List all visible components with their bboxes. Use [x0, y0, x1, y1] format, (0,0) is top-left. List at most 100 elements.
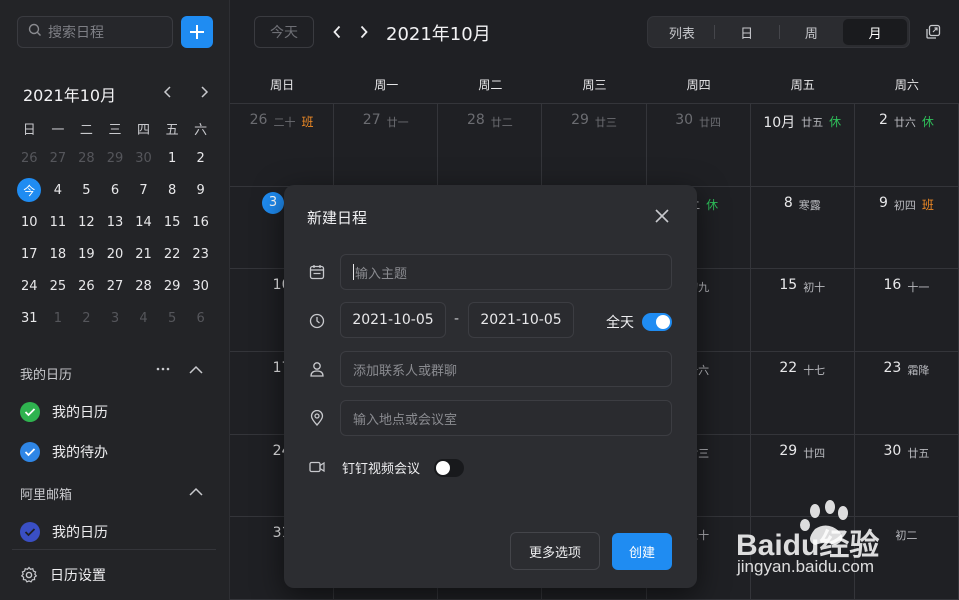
mini-day[interactable]: 26 — [72, 270, 101, 302]
subject-input[interactable]: 输入主题 — [340, 254, 672, 290]
calendar-item-my-calendar[interactable]: 我的日历 — [20, 402, 108, 422]
mini-prev-month-button[interactable] — [158, 80, 178, 104]
today-button[interactable]: 今天 — [254, 16, 314, 48]
settings-label: 日历设置 — [50, 568, 106, 584]
day-cell[interactable]: 22 十七 — [750, 351, 855, 435]
location-input[interactable]: 输入地点或会议室 — [340, 400, 672, 436]
search-input[interactable]: 搜索日程 — [17, 16, 173, 48]
mini-day[interactable]: 5 — [72, 174, 101, 206]
mini-weekday: 六 — [194, 122, 208, 138]
day-cell[interactable]: 29 廿三 — [542, 104, 647, 187]
mini-day[interactable]: 14 — [129, 206, 158, 238]
mini-day[interactable]: 2 — [72, 302, 101, 334]
prev-month-button[interactable] — [327, 20, 347, 44]
mini-day[interactable]: 11 — [44, 206, 73, 238]
mini-day[interactable]: 27 — [44, 142, 73, 174]
mini-day[interactable]: 18 — [44, 238, 73, 270]
text-caret — [353, 264, 354, 280]
chevron-up-icon[interactable] — [189, 364, 203, 379]
calendar-settings-button[interactable]: 日历设置 — [20, 565, 106, 585]
mini-day[interactable]: 17 — [15, 238, 44, 270]
chevron-up-icon[interactable] — [189, 486, 203, 501]
mini-day[interactable]: 1 — [158, 142, 187, 174]
day-cell[interactable]: 30 廿四 — [646, 104, 751, 187]
all-day-label: 全天 — [606, 315, 634, 331]
mini-day[interactable]: 19 — [72, 238, 101, 270]
popout-window-icon[interactable] — [925, 24, 941, 44]
month-title: 2021年10月 — [386, 24, 491, 45]
add-event-button[interactable] — [181, 16, 213, 48]
view-list-tab[interactable]: 列表 — [650, 19, 714, 45]
calendar-item-my-todo[interactable]: 我的待办 — [20, 442, 108, 462]
mini-day[interactable]: 30 — [129, 142, 158, 174]
mini-day[interactable]: 21 — [129, 238, 158, 270]
mini-day[interactable]: 16 — [186, 206, 215, 238]
mini-day[interactable]: 3 — [101, 302, 130, 334]
weekday-label: 周日 — [270, 78, 295, 92]
mini-day[interactable]: 15 — [158, 206, 187, 238]
mini-next-month-button[interactable] — [194, 80, 214, 104]
mini-day[interactable]: 6 — [186, 302, 215, 334]
mini-day[interactable]: 4 — [44, 174, 73, 206]
day-cell[interactable]: 2 廿六休 — [854, 104, 959, 187]
mini-weekday: 一 — [51, 122, 65, 138]
lunar-date: 十七 — [803, 363, 826, 377]
day-cell[interactable]: 23 霜降 — [854, 351, 959, 435]
create-button[interactable]: 创建 — [612, 533, 672, 570]
day-cell[interactable]: 8 寒露 — [750, 186, 855, 270]
day-cell[interactable]: 16 十一 — [854, 269, 959, 352]
day-cell[interactable]: 10月 廿五休 — [750, 104, 855, 187]
day-number: 22 — [779, 359, 798, 376]
mini-day[interactable]: 30 — [186, 270, 215, 302]
mini-day[interactable]: 7 — [129, 174, 158, 206]
mini-day[interactable]: 13 — [101, 206, 130, 238]
video-meeting-toggle[interactable] — [434, 459, 464, 477]
day-cell[interactable]: 28 廿二 — [438, 104, 543, 187]
mini-day[interactable]: 22 — [158, 238, 187, 270]
day-cell[interactable]: 15 初十 — [750, 269, 855, 352]
clock-icon — [308, 312, 326, 330]
close-button[interactable] — [653, 207, 671, 225]
day-cell[interactable]: 26 二十班 — [230, 104, 335, 187]
end-date-field[interactable]: 2021-10-05 — [468, 302, 574, 338]
day-cell[interactable]: 9 初四班 — [854, 186, 959, 270]
mini-day[interactable]: 27 — [101, 270, 130, 302]
all-day-toggle[interactable] — [642, 313, 672, 331]
mini-day[interactable]: 28 — [72, 142, 101, 174]
mini-day[interactable]: 26 — [15, 142, 44, 174]
more-options-icon[interactable] — [156, 362, 170, 380]
mini-day[interactable]: 8 — [158, 174, 187, 206]
view-day-tab[interactable]: 日 — [715, 19, 779, 45]
dialog-title: 新建日程 — [307, 209, 368, 227]
next-month-button[interactable] — [354, 20, 374, 44]
day-cell[interactable]: 27 廿一 — [334, 104, 439, 187]
mini-day[interactable]: 28 — [129, 270, 158, 302]
mini-day[interactable]: 2 — [186, 142, 215, 174]
mini-day-today[interactable]: 今 — [15, 174, 44, 206]
mini-day[interactable]: 1 — [44, 302, 73, 334]
mini-day[interactable]: 4 — [129, 302, 158, 334]
mini-calendar: 日一二三四五六 26 27 28 29 30 1 2 今 4 5 6 7 8 9 10 11 12 13 14 15 16… — [15, 114, 215, 334]
mini-day[interactable]: 12 — [72, 206, 101, 238]
mini-day[interactable]: 6 — [101, 174, 130, 206]
more-options-button[interactable]: 更多选项 — [510, 532, 600, 570]
workday-badge: 班 — [921, 197, 934, 212]
lunar-date: 霜降 — [907, 363, 930, 377]
mini-day[interactable]: 23 — [186, 238, 215, 270]
view-week-tab[interactable]: 周 — [780, 19, 844, 45]
mini-day[interactable]: 10 — [15, 206, 44, 238]
mini-day[interactable]: 20 — [101, 238, 130, 270]
mini-day[interactable]: 9 — [186, 174, 215, 206]
mini-day[interactable]: 29 — [158, 270, 187, 302]
video-camera-icon — [308, 458, 326, 476]
mini-day[interactable]: 24 — [15, 270, 44, 302]
mini-day[interactable]: 25 — [44, 270, 73, 302]
mini-day[interactable]: 31 — [15, 302, 44, 334]
calendar-item-ali-calendar[interactable]: 我的日历 — [20, 522, 108, 542]
mini-day[interactable]: 29 — [101, 142, 130, 174]
start-date-field[interactable]: 2021-10-05 — [340, 302, 446, 338]
mini-weekday: 四 — [137, 122, 151, 138]
mini-day[interactable]: 5 — [158, 302, 187, 334]
participants-input[interactable]: 添加联系人或群聊 — [340, 351, 672, 387]
view-month-tab[interactable]: 月 — [843, 19, 907, 45]
